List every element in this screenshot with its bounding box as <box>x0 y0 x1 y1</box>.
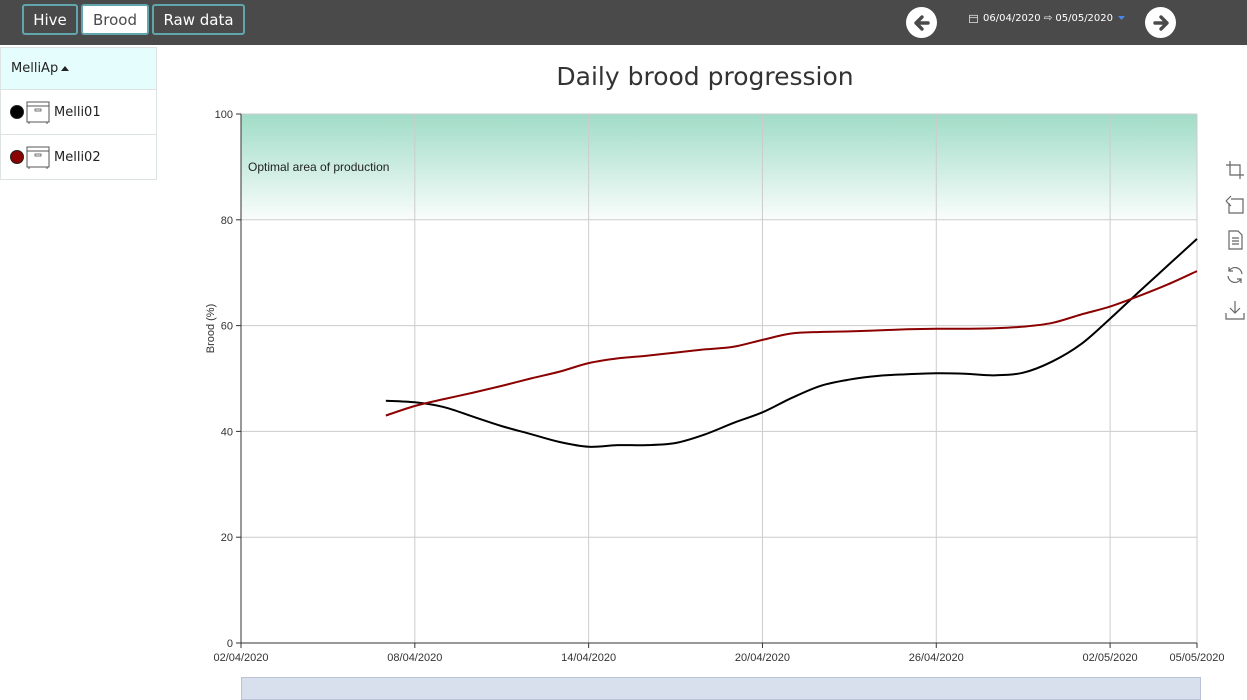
x-tick-label: 26/04/2020 <box>909 652 964 664</box>
y-axis-label: Brood (%) <box>205 304 217 354</box>
series-line-melli01 <box>385 238 1198 448</box>
download-icon[interactable] <box>1225 300 1245 320</box>
y-tick-label: 40 <box>221 426 233 438</box>
data-zoom-slider[interactable] <box>241 677 1201 700</box>
y-tick-label: 20 <box>221 532 233 544</box>
x-tick-label: 14/04/2020 <box>561 652 616 664</box>
chart-toolbox <box>1225 160 1245 335</box>
x-tick-label: 02/04/2020 <box>213 652 268 664</box>
brood-chart: Optimal area of production 0 20 40 60 80 100 02… <box>205 109 1225 664</box>
series-line-melli02 <box>385 270 1198 417</box>
zoom-reset-icon[interactable] <box>1225 195 1245 215</box>
optimal-band-label: Optimal area of production <box>248 160 389 174</box>
restore-icon[interactable] <box>1225 265 1245 285</box>
x-tick-label: 08/04/2020 <box>387 652 442 664</box>
y-tick-label: 60 <box>221 321 233 333</box>
y-tick-label: 0 <box>227 638 233 650</box>
x-tick-label: 02/05/2020 <box>1083 652 1138 664</box>
y-tick-label: 100 <box>215 109 233 121</box>
y-tick-label: 80 <box>221 215 233 227</box>
zoom-area-icon[interactable] <box>1225 160 1245 180</box>
x-tick-label: 20/04/2020 <box>735 652 790 664</box>
data-view-icon[interactable] <box>1225 230 1245 250</box>
x-tick-label: 05/05/2020 <box>1169 652 1224 664</box>
